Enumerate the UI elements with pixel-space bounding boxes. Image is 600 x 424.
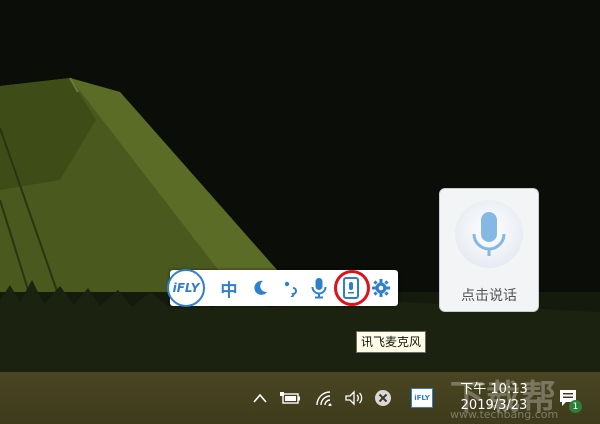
punctuation-mode-icon[interactable] [280,277,300,299]
wifi-icon[interactable] [314,388,336,408]
notification-icon[interactable]: 1 [556,386,582,413]
gear-icon[interactable] [370,277,392,299]
voice-panel-label: 点击说话 [461,288,517,304]
clock-date[interactable]: 2019/3/23 [440,398,548,413]
chevron-up-icon[interactable] [250,388,270,408]
half-width-moon-icon[interactable] [250,277,270,299]
clock-time[interactable]: 下午 10:13 [440,378,548,397]
close-circle-icon[interactable] [373,388,393,408]
ifly-tray-icon[interactable]: iFLY [410,388,434,408]
microphone-icon [472,212,506,256]
ifly-tray-label: iFLY [414,394,430,402]
microphone-icon[interactable] [307,277,331,299]
volume-icon[interactable] [343,388,365,408]
tooltip-text: 讯飞麦克风 [361,335,422,349]
voice-mic-button[interactable] [455,200,523,268]
voice-input-panel[interactable]: 点击说话 [439,188,539,312]
ifly-logo[interactable]: iFLY [167,269,205,307]
language-toggle-button[interactable]: 中 [218,277,240,301]
ifly-logo-text: iFLY [172,281,200,295]
highlight-ring [334,270,370,306]
notification-count-badge: 1 [569,400,582,413]
desktop-wallpaper [0,0,600,372]
language-toggle-label: 中 [220,280,238,301]
battery-icon[interactable] [280,388,302,408]
tooltip: 讯飞麦克风 [356,331,427,353]
